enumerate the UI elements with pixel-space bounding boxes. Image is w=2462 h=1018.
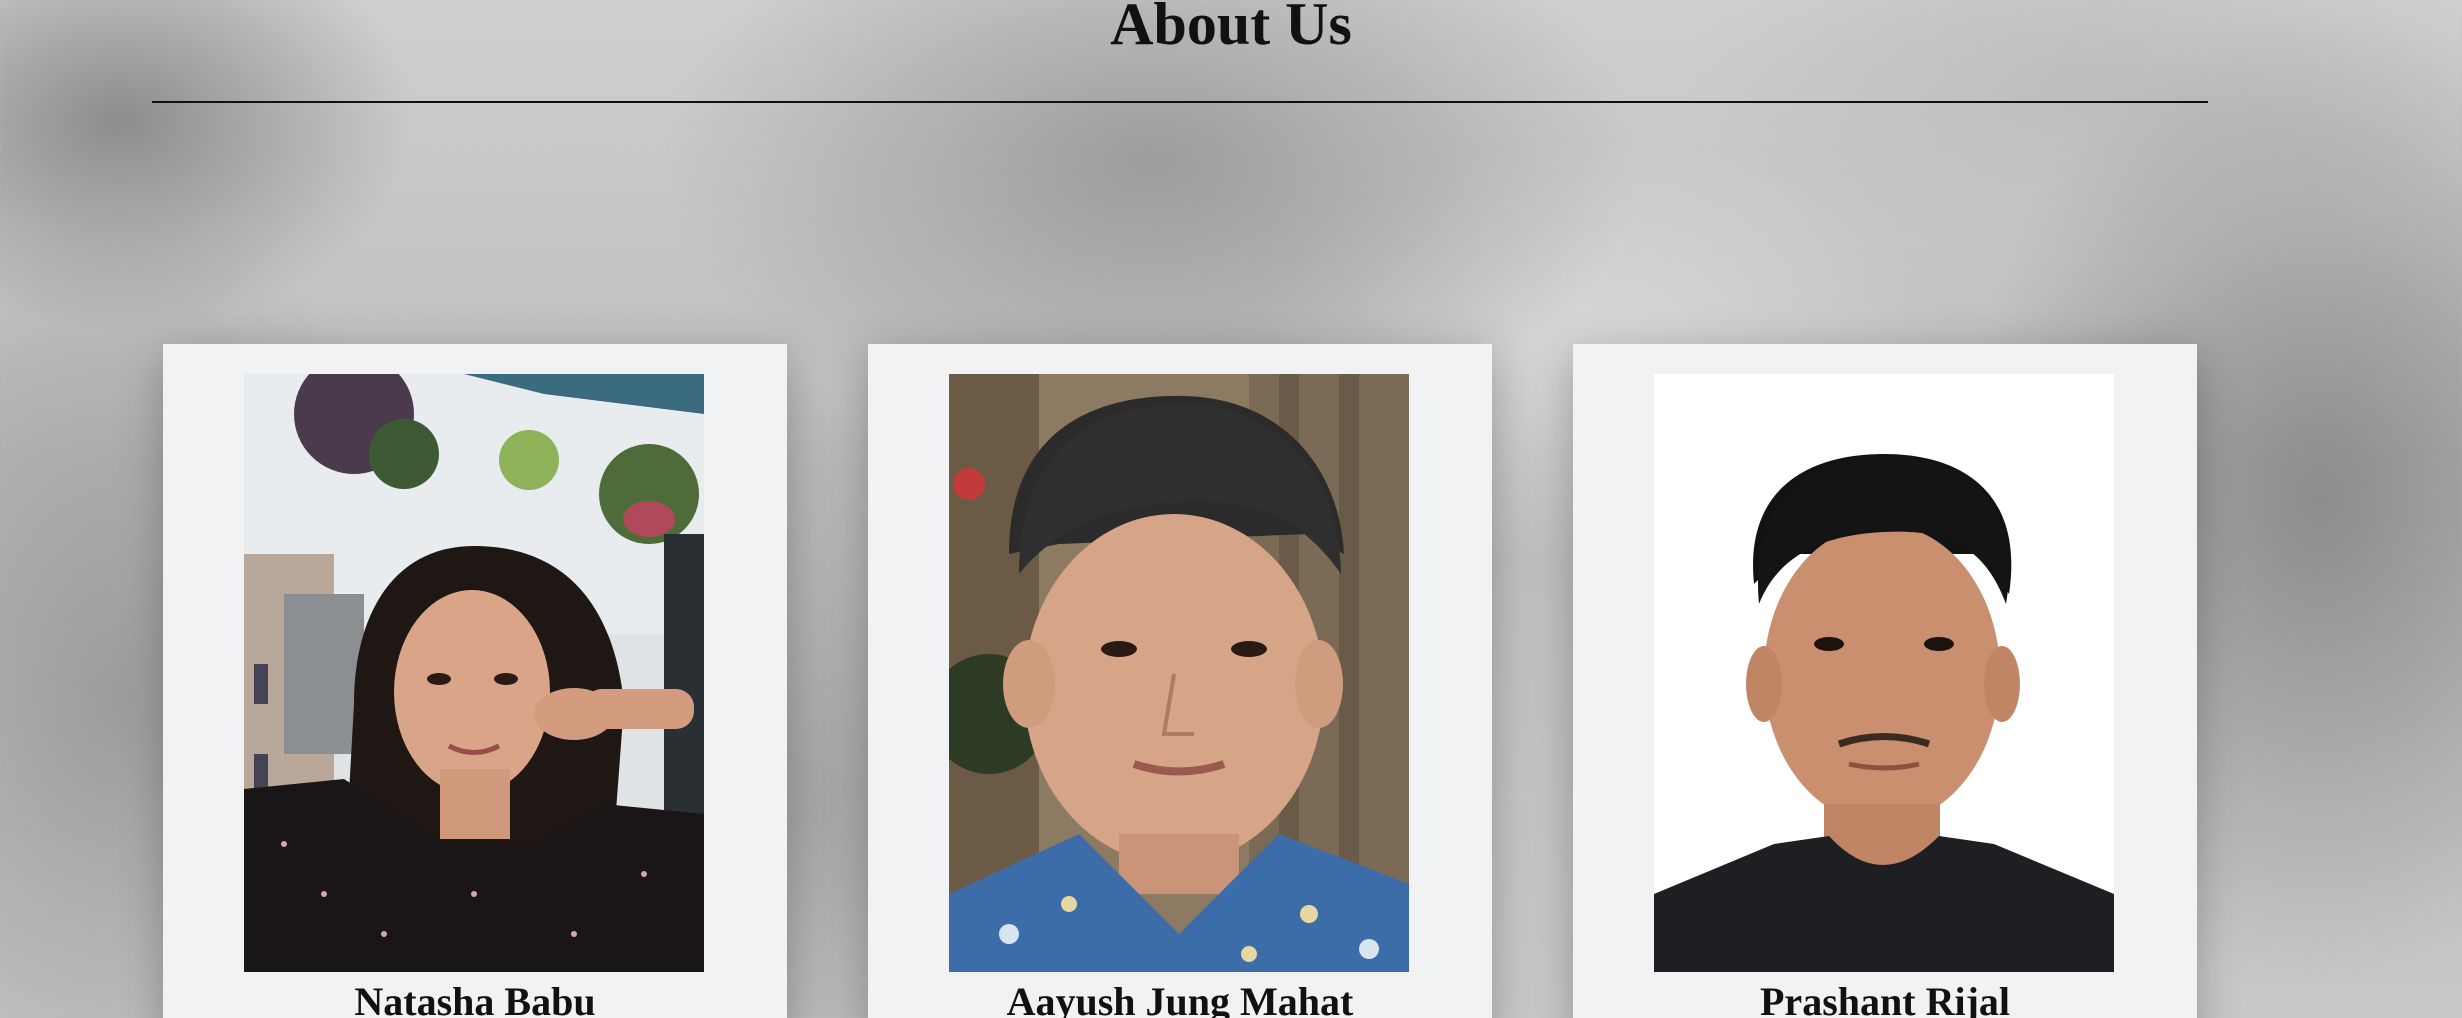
portrait-image [949, 374, 1409, 972]
portrait-image [1654, 374, 2114, 972]
member-name: Natasha Babu [354, 979, 596, 1018]
member-name: Prashant Rijal [1760, 979, 2010, 1018]
team-member-card: Natasha Babu [163, 344, 787, 1018]
member-name: Aayush Jung Mahat [1006, 979, 1354, 1018]
team-member-card: Aayush Jung Mahat [868, 344, 1492, 1018]
title-divider [152, 101, 2208, 103]
portrait-image [244, 374, 704, 972]
team-member-card: Prashant Rijal [1573, 344, 2197, 1018]
page-title: About Us [1110, 0, 1352, 57]
member-photo [949, 374, 1409, 972]
member-photo [1654, 374, 2114, 972]
member-photo [244, 374, 704, 972]
